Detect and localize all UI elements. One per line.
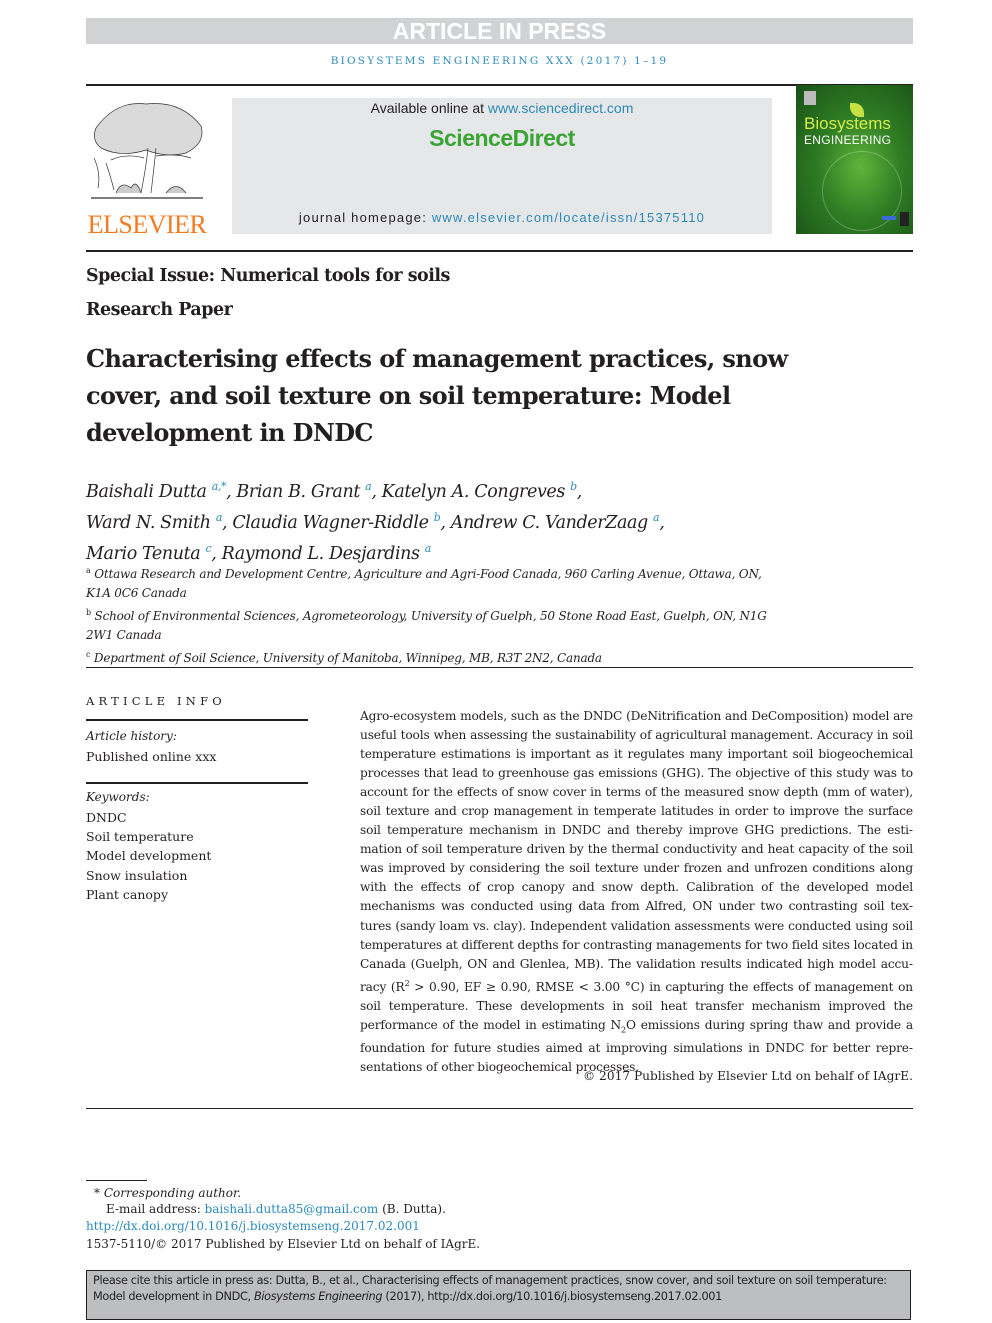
corresponding-author-note: * Corresponding author. [94,1186,242,1200]
author-list: Baishali Dutta a,*, Brian B. Grant a, Ka… [86,474,806,566]
cover-subtitle: ENGINEERING [804,133,892,147]
journal-cover-image: Biosystems ENGINEERING [796,85,913,234]
author-name: Katelyn A. Congreves [381,481,566,502]
special-issue-label: Special Issue: Numerical tools for soils [86,266,450,286]
abstract-copyright: © 2017 Published by Elsevier Ltd on beha… [583,1069,913,1083]
abstract-rule [86,1108,913,1109]
affiliation-b: b School of Environmental Sciences, Agro… [86,608,767,642]
journal-homepage-label: journal homepage: [298,210,432,225]
cover-badge-icon [804,91,816,105]
cover-mark-icon [900,212,909,226]
email-suffix: (B. Dutta). [378,1202,446,1216]
affiliation-rule [86,667,913,668]
cover-logo-icon [882,216,896,220]
citation-box: Please cite this article in press as: Du… [86,1270,911,1320]
sciencedirect-link[interactable]: www.sciencedirect.com [488,100,634,116]
email-link[interactable]: baishali.dutta85@gmail.com [205,1202,379,1216]
header-rule [86,84,913,86]
author-separator: , [576,481,583,502]
journal-homepage: journal homepage: www.elsevier.com/locat… [232,210,772,225]
affiliation-a: a Ottawa Research and Development Centre… [86,566,762,600]
article-history-value: Published online xxx [86,749,217,764]
keyword: Plant canopy [86,886,169,902]
article-type: Research Paper [86,300,233,320]
sciencedirect-logo: ScienceDirect [429,125,575,151]
keyword: DNDC [86,810,127,825]
author-separator: , [221,512,233,533]
article-info-heading: ARTICLE INFO [86,694,226,708]
author-separator: , [371,481,382,502]
journal-homepage-link[interactable]: www.elsevier.com/locate/issn/15375110 [432,210,705,225]
available-online: Available online at www.sciencedirect.co… [232,100,772,116]
elsevier-tree-logo-icon [91,103,203,199]
author-name: Ward N. Smith [86,512,211,533]
affiliations: a Ottawa Research and Development Centre… [86,561,786,668]
issn-copyright: 1537-5110/© 2017 Published by Elsevier L… [86,1237,481,1251]
author-separator: , [440,512,451,533]
author-affiliation-marker[interactable]: a [425,542,432,555]
author-name: Claudia Wagner-Riddle [232,512,429,533]
running-head: BIOSYSTEMS ENGINEERING XXX (2017) 1–19 [330,55,669,67]
keywords-rule [86,782,308,784]
keyword: Snow insulation [86,867,188,883]
author-affiliation-marker[interactable]: b [570,480,577,493]
abstract-text: Agro-ecosystem models, such as the DNDC … [360,709,913,1075]
email-note: E-mail address: baishali.dutta85@gmail.c… [106,1202,446,1216]
author-name: Andrew C. VanderZaag [450,512,649,533]
footnote-rule [86,1180,147,1181]
available-online-label: Available online at [370,100,488,116]
author-affiliation-marker[interactable]: a,* [212,480,227,493]
author-separator: , [226,481,237,502]
author-name: Baishali Dutta [86,481,207,502]
keyword-list: DNDC Soil temperature Model development … [86,808,211,904]
doi-link[interactable]: http://dx.doi.org/10.1016/j.biosystemsen… [86,1219,420,1233]
cover-title: Biosystems [804,114,891,133]
article-title: Characterising effects of management pra… [86,344,788,447]
author-separator: , [659,512,665,533]
article-in-press-banner: ARTICLE IN PRESS [86,18,913,44]
email-label: E-mail address: [106,1202,205,1216]
keywords-label: Keywords: [86,790,150,804]
keyword: Model development [86,848,212,864]
keyword: Soil temperature [86,829,194,845]
article-history-label: Article history: [86,729,177,743]
masthead-rule [86,250,913,252]
elsevier-wordmark: ELSEVIER [87,210,207,239]
affiliation-c: c Department of Soil Science, University… [86,650,602,665]
article-info-rule [86,719,308,721]
author-name: Brian B. Grant [236,481,360,502]
